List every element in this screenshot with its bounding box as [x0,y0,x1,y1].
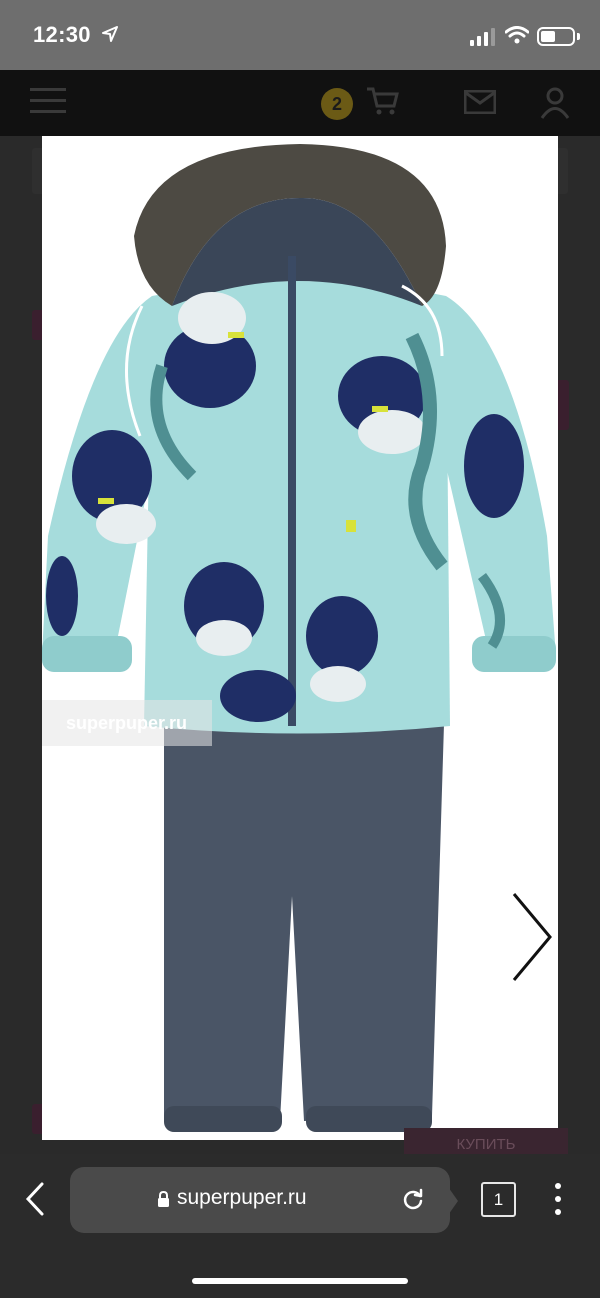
mail-icon [464,90,496,114]
status-bar: 12:30 [0,0,600,70]
browser-toolbar: superpuper.ru 1 [0,1154,600,1298]
menu-icon [30,88,66,116]
reload-icon[interactable] [401,1187,425,1211]
location-arrow-icon [102,26,118,42]
tabs-button[interactable]: 1 [481,1182,516,1217]
battery-icon [537,27,575,46]
cellular-signal-icon [470,28,495,46]
url-text[interactable]: superpuper.ru [177,1186,307,1210]
cart-count-badge: 2 [321,88,353,120]
chevron-right-icon[interactable] [508,890,556,984]
cart-icon [367,87,399,115]
wifi-icon [505,26,529,44]
product-photo [42,144,556,1132]
user-icon [540,87,570,119]
watermark: superpuper.ru [42,700,212,746]
product-photo-frame [42,136,558,1140]
status-time: 12:30 [33,22,91,47]
back-icon[interactable] [22,1180,48,1218]
home-indicator[interactable] [192,1278,408,1284]
buy-button-dimmed: КУПИТЬ [404,1128,568,1154]
site-header: 2 [0,70,600,136]
more-icon[interactable] [553,1183,563,1217]
lock-icon [158,1191,169,1207]
